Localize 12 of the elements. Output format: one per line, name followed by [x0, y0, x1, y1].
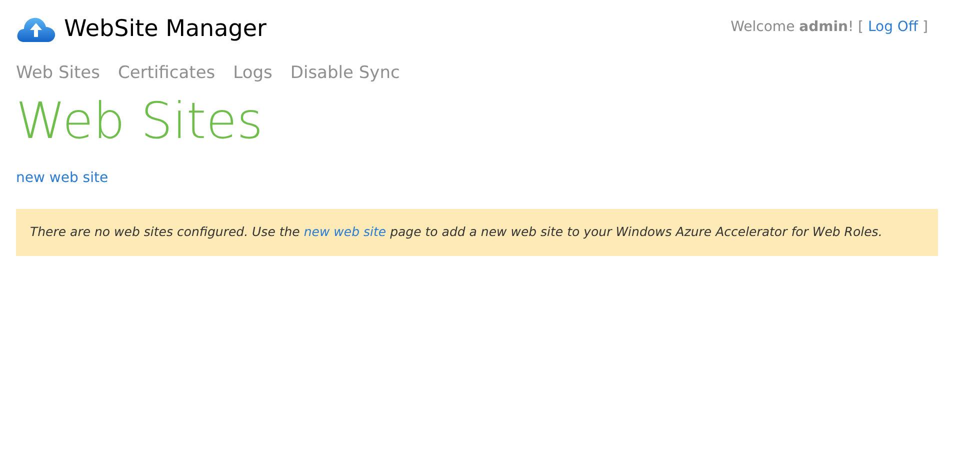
log-off-link[interactable]: Log Off	[868, 19, 918, 35]
nav-link[interactable]: Web Sites	[16, 60, 100, 86]
new-web-site-link[interactable]: new web site	[16, 168, 938, 189]
cloud-upload-icon	[16, 15, 56, 44]
page-heading: Web Sites	[16, 96, 264, 146]
nav-link[interactable]: Logs	[233, 60, 272, 86]
welcome-text: Welcome admin! [ Log Off ]	[730, 18, 928, 37]
nav-link[interactable]: Certificates	[118, 60, 216, 86]
nav-link[interactable]: Disable Sync	[290, 60, 400, 86]
new-web-site-link[interactable]: new web site	[304, 224, 386, 239]
site-title: WebSite Manager	[64, 15, 266, 44]
notice-text: There are no web sites configured. Use the new web site page to add a new web site to your Windows Azure Accelerator for Web Roles.	[30, 223, 884, 241]
